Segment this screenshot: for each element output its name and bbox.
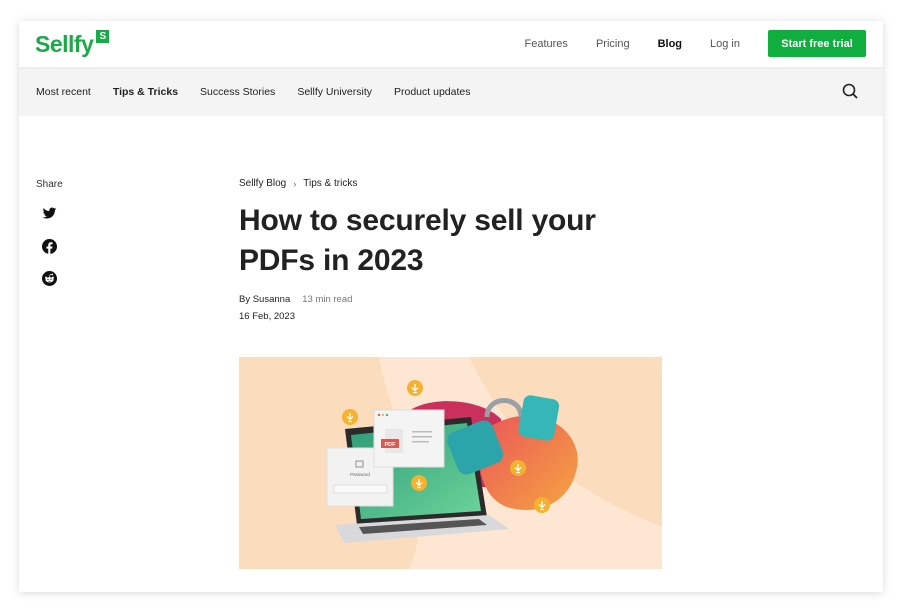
breadcrumb: Sellfy Blog › Tips & tricks bbox=[239, 178, 357, 189]
blog-category-nav: Most recent Tips & Tricks Success Storie… bbox=[19, 67, 883, 116]
hero-password-label: Password bbox=[350, 472, 370, 477]
main-nav: Features Pricing Blog Log in Start free … bbox=[525, 30, 866, 57]
article-author: By Susanna bbox=[239, 294, 291, 305]
logo-badge: S bbox=[96, 30, 110, 43]
twitter-share-button[interactable] bbox=[42, 206, 57, 221]
hero-pdf-label: PDF bbox=[385, 442, 397, 448]
article-meta: By Susanna 13 min read bbox=[239, 294, 352, 305]
reddit-share-button[interactable] bbox=[42, 271, 57, 286]
hero-illustration: Password PDF bbox=[239, 357, 662, 569]
category-product-updates[interactable]: Product updates bbox=[394, 86, 470, 98]
breadcrumb-chevron-icon: › bbox=[293, 178, 297, 189]
breadcrumb-sellfy-blog[interactable]: Sellfy Blog bbox=[239, 178, 286, 189]
facebook-icon bbox=[42, 239, 57, 254]
search-icon bbox=[842, 83, 858, 99]
start-free-trial-button[interactable]: Start free trial bbox=[768, 30, 866, 57]
hero-image: Password PDF bbox=[239, 357, 662, 569]
page-card: Sellfy S Features Pricing Blog Log in St… bbox=[19, 21, 883, 592]
facebook-share-button[interactable] bbox=[42, 239, 57, 254]
nav-login[interactable]: Log in bbox=[710, 38, 740, 50]
article-read-time: 13 min read bbox=[302, 294, 353, 305]
logo-text: Sellfy bbox=[35, 31, 94, 57]
category-tips-tricks[interactable]: Tips & Tricks bbox=[113, 86, 178, 98]
article-title: How to securely sell your PDFs in 2023 bbox=[239, 204, 596, 277]
reddit-icon bbox=[42, 271, 57, 286]
category-success-stories[interactable]: Success Stories bbox=[200, 86, 275, 98]
article-date: 16 Feb, 2023 bbox=[239, 311, 295, 322]
share-panel: Share bbox=[36, 179, 63, 286]
sellfy-logo[interactable]: Sellfy S bbox=[35, 30, 110, 57]
category-sellfy-university[interactable]: Sellfy University bbox=[297, 86, 372, 98]
category-most-recent[interactable]: Most recent bbox=[36, 86, 91, 98]
nav-features[interactable]: Features bbox=[525, 38, 568, 50]
breadcrumb-tips-tricks[interactable]: Tips & tricks bbox=[303, 178, 357, 189]
top-navbar: Sellfy S Features Pricing Blog Log in St… bbox=[19, 21, 883, 67]
share-label: Share bbox=[36, 179, 63, 190]
nav-pricing[interactable]: Pricing bbox=[596, 38, 630, 50]
nav-blog[interactable]: Blog bbox=[658, 38, 682, 50]
twitter-icon bbox=[42, 207, 57, 219]
search-button[interactable] bbox=[841, 82, 859, 100]
